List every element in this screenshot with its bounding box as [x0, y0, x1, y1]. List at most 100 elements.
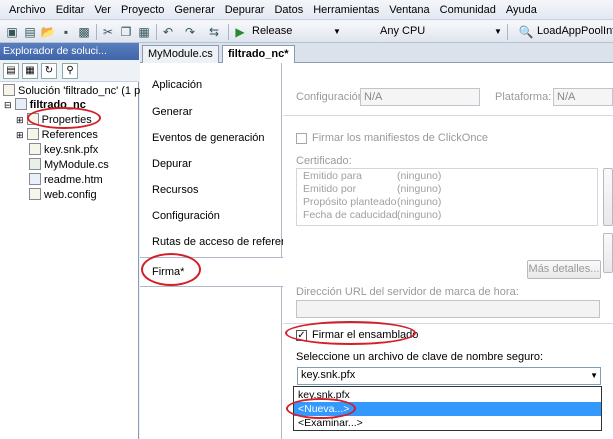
- paste-icon[interactable]: ▦: [136, 24, 152, 40]
- menu-depurar[interactable]: Depurar: [220, 4, 270, 16]
- config-file-icon: [29, 188, 41, 200]
- tree-item-references[interactable]: ⊞ References: [16, 128, 98, 143]
- collapse-icon[interactable]: ⊟: [4, 100, 12, 110]
- cert-value: (ninguno): [397, 170, 442, 182]
- add-item-icon[interactable]: ▤: [22, 24, 38, 40]
- menu-editar[interactable]: Editar: [51, 4, 90, 16]
- config-combo[interactable]: Release: [252, 25, 292, 37]
- platform-combo[interactable]: Any CPU: [380, 25, 425, 37]
- platform-label: Plataforma:: [495, 91, 552, 103]
- tab-mymodule[interactable]: MyModule.cs: [142, 45, 219, 63]
- open-folder-icon[interactable]: 📂: [40, 24, 56, 40]
- nav-recursos[interactable]: Recursos: [152, 184, 198, 196]
- find-icon[interactable]: 🔍: [518, 24, 534, 40]
- new-project-icon[interactable]: ▣: [4, 24, 20, 40]
- more-details-button[interactable]: Más detalles...: [527, 260, 601, 279]
- class-diagram-icon[interactable]: ⚲: [62, 63, 78, 79]
- menu-generar[interactable]: Generar: [169, 4, 219, 16]
- chevron-down-icon[interactable]: ▼: [590, 371, 598, 380]
- option-key-file[interactable]: key.snk.pfx: [294, 388, 601, 402]
- select-store-button-edge[interactable]: [603, 168, 613, 226]
- configuration-select[interactable]: N/A: [360, 88, 480, 106]
- nav-firma-label: Firma*: [152, 266, 185, 278]
- platform-select[interactable]: N/A: [553, 88, 613, 106]
- cert-value: (ninguno): [397, 183, 442, 195]
- solution-explorer-toolbar: ▤ ▦ ↻ ⚲: [0, 60, 139, 82]
- cert-key: Fecha de caducidad: [303, 209, 398, 221]
- tree-project[interactable]: ⊟ filtrado_nc: [4, 98, 86, 113]
- redo-icon[interactable]: ↷: [182, 24, 198, 40]
- divider: [283, 115, 613, 116]
- cs-file-icon: [29, 158, 41, 170]
- project-icon: [14, 98, 27, 110]
- tab-project-properties[interactable]: filtrado_nc*: [222, 45, 295, 63]
- cert-value: (ninguno): [397, 209, 442, 221]
- menu-datos[interactable]: Datos: [269, 4, 308, 16]
- key-file-icon: [29, 143, 41, 155]
- nav-rutas[interactable]: Rutas de acceso de referencia: [152, 236, 301, 248]
- properties-folder-icon: [26, 113, 39, 125]
- divider: [283, 323, 613, 324]
- keyfile-label: Seleccione un archivo de clave de nombre…: [296, 351, 544, 363]
- certificate-label: Certificado:: [296, 155, 352, 167]
- keyfile-select-value: key.snk.pfx: [301, 369, 356, 381]
- save-icon[interactable]: ▪: [58, 24, 74, 40]
- nav-generar[interactable]: Generar: [152, 106, 192, 118]
- menu-ventana[interactable]: Ventana: [384, 4, 434, 16]
- configuration-label: Configuración:: [296, 91, 367, 103]
- nav-eventos[interactable]: Eventos de generación: [152, 132, 265, 144]
- properties-nav: Aplicación Generar Eventos de generación…: [140, 63, 301, 439]
- clickonce-label: Firmar los manifiestos de ClickOnce: [312, 132, 489, 144]
- tree-item-mymodule[interactable]: MyModule.cs: [29, 158, 109, 173]
- refresh-icon[interactable]: ↻: [41, 63, 57, 79]
- html-file-icon: [29, 173, 41, 185]
- chevron-down-icon[interactable]: ▼: [494, 27, 502, 36]
- nav-aplicacion[interactable]: Aplicación: [152, 79, 202, 91]
- undo-icon[interactable]: ↶: [160, 24, 176, 40]
- toolbar-separator: [228, 24, 229, 40]
- toolbar-separator: [96, 24, 97, 40]
- tree-item-key-file[interactable]: key.snk.pfx: [29, 143, 98, 158]
- sign-assembly-checkbox[interactable]: ✓: [296, 330, 307, 341]
- tree-item-webconfig[interactable]: web.config: [29, 188, 97, 203]
- cert-value: (ninguno): [397, 196, 442, 208]
- solution-explorer: Explorador de soluci... ▤ ▦ ↻ ⚲ Solución…: [0, 43, 150, 439]
- clickonce-checkbox[interactable]: [296, 133, 307, 144]
- menu-ver[interactable]: Ver: [89, 4, 116, 16]
- menu-archivo[interactable]: Archivo: [4, 4, 51, 16]
- tree-solution[interactable]: Solución 'filtrado_nc' (1 pro: [3, 84, 150, 99]
- cut-icon[interactable]: ✂: [100, 24, 116, 40]
- properties-icon[interactable]: ▤: [3, 63, 19, 79]
- menu-herramientas[interactable]: Herramientas: [308, 4, 384, 16]
- sign-assembly-label: Firmar el ensamblado: [312, 329, 419, 341]
- save-all-icon[interactable]: ▩: [76, 24, 92, 40]
- tree-item-readme[interactable]: readme.htm: [29, 173, 103, 188]
- timestamp-label: Dirección URL del servidor de marca de h…: [296, 286, 519, 298]
- option-new[interactable]: <Nueva...>: [294, 402, 601, 416]
- menu-ayuda[interactable]: Ayuda: [501, 4, 542, 16]
- expand-icon[interactable]: ⊞: [16, 130, 24, 140]
- select-file-button-edge[interactable]: [603, 233, 613, 273]
- menu-bar: Archivo Editar Ver Proyecto Generar Depu…: [0, 0, 613, 20]
- menu-proyecto[interactable]: Proyecto: [116, 4, 169, 16]
- expand-icon[interactable]: ⊞: [16, 115, 24, 125]
- tree-item-properties[interactable]: ⊞ Properties: [16, 113, 92, 128]
- show-all-files-icon[interactable]: ▦: [22, 63, 38, 79]
- target-combo[interactable]: LoadAppPoolInfo: [537, 25, 613, 37]
- nav-depurar[interactable]: Depurar: [152, 158, 192, 170]
- toolbar-separator: [507, 24, 508, 40]
- run-icon[interactable]: ▶: [232, 24, 248, 40]
- navigate-icon[interactable]: ⇆: [206, 24, 222, 40]
- copy-icon[interactable]: ❐: [118, 24, 134, 40]
- toolbar-separator: [156, 24, 157, 40]
- solution-explorer-title: Explorador de soluci...: [0, 43, 139, 60]
- document-tabs: MyModule.cs filtrado_nc*: [140, 43, 613, 63]
- keyfile-select[interactable]: key.snk.pfx ▼: [297, 367, 601, 385]
- option-browse[interactable]: <Examinar...>: [294, 416, 601, 430]
- chevron-down-icon[interactable]: ▼: [333, 27, 341, 36]
- nav-configuracion[interactable]: Configuración: [152, 210, 220, 222]
- nav-firma[interactable]: Firma*: [140, 257, 283, 287]
- timestamp-input[interactable]: [296, 300, 600, 318]
- menu-comunidad[interactable]: Comunidad: [435, 4, 501, 16]
- cert-key: Emitido para: [303, 170, 362, 182]
